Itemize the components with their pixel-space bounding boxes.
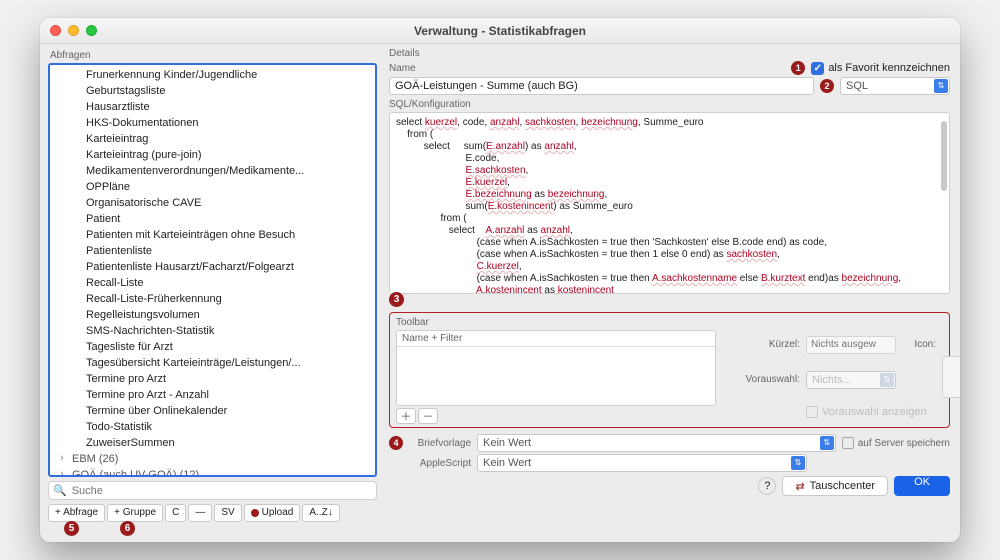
annotation-3: 3 <box>389 292 404 307</box>
annotation-5: 5 <box>64 521 79 536</box>
remove-button[interactable]: — <box>188 504 212 522</box>
vorauswahl-select: Nichts...⇅ <box>806 371 896 389</box>
window: Verwaltung - Statistikabfragen Abfragen … <box>40 18 960 542</box>
tree-item[interactable]: Patienten mit Karteieinträgen ohne Besuc… <box>50 227 375 243</box>
tree-item[interactable]: Regelleistungsvolumen <box>50 307 375 323</box>
window-zoom-button[interactable] <box>86 25 97 36</box>
toolbar-filter-list[interactable]: Name + Filter <box>396 330 716 406</box>
annotation-4: 4 <box>389 436 403 450</box>
annotation-6: 6 <box>120 521 135 536</box>
sort-button[interactable]: A..Z↓ <box>302 504 339 522</box>
kuerzel-field <box>806 336 896 354</box>
query-type-select[interactable]: SQL⇅ <box>840 77 950 95</box>
tree-item[interactable]: Termine pro Arzt <box>50 371 375 387</box>
annotation-1: 1 <box>791 61 805 75</box>
tree-item[interactable]: Recall-Liste-Früherkennung <box>50 291 375 307</box>
upload-button[interactable]: Upload <box>244 504 301 522</box>
chevron-updown-icon: ⇅ <box>791 456 805 470</box>
kuerzel-label: Kürzel: <box>732 339 800 350</box>
favorite-label: als Favorit kennzeichnen <box>828 62 950 74</box>
tree-item[interactable]: Patientenliste <box>50 243 375 259</box>
window-close-button[interactable] <box>50 25 61 36</box>
ok-button[interactable]: OK <box>894 476 950 496</box>
briefvorlage-label: Briefvorlage <box>409 438 471 449</box>
tree-item[interactable]: Organisatorische CAVE <box>50 195 375 211</box>
left-pane: Abfragen Frunerkennung Kinder/Jugendlich… <box>40 44 385 542</box>
applescript-select[interactable]: Kein Wert⇅ <box>477 454 807 472</box>
upload-dot-icon <box>251 509 259 517</box>
favorite-checkbox[interactable]: ✓ <box>811 62 824 75</box>
sql-label: SQL/Konfiguration <box>389 99 950 110</box>
copy-button[interactable]: C <box>165 504 186 522</box>
tree-item[interactable]: SMS-Nachrichten-Statistik <box>50 323 375 339</box>
add-group-button[interactable]: + Gruppe <box>107 504 163 522</box>
tree-group[interactable]: GOÄ (auch UV-GOÄ) (12) <box>50 467 375 475</box>
vorauswahl-label: Vorauswahl: <box>732 374 800 385</box>
tauschcenter-button[interactable]: ⇄ Tauschcenter <box>782 476 888 496</box>
chevron-updown-icon: ⇅ <box>934 79 948 93</box>
tree-item[interactable]: Hausarztliste <box>50 99 375 115</box>
query-tree[interactable]: Frunerkennung Kinder/JugendlicheGeburtst… <box>48 63 377 477</box>
tree-item[interactable]: Karteieintrag (pure-join) <box>50 147 375 163</box>
tree-item[interactable]: OPPläne <box>50 179 375 195</box>
annotation-2: 2 <box>820 79 834 93</box>
name-field[interactable]: GOÄ-Leistungen - Summe (auch BG) <box>389 77 814 95</box>
vorauswahl-show-checkbox <box>806 406 818 418</box>
favorite-toggle[interactable]: ✓ als Favorit kennzeichnen <box>811 62 950 75</box>
tree-item[interactable]: Patientenliste Hausarzt/Facharzt/Folgear… <box>50 259 375 275</box>
sv-button[interactable]: SV <box>214 504 241 522</box>
chevron-updown-icon: ⇅ <box>880 373 894 387</box>
tree-item[interactable]: Termine über Onlinekalender <box>50 403 375 419</box>
tree-item[interactable]: Karteieintrag <box>50 131 375 147</box>
scrollbar-thumb[interactable] <box>941 121 947 191</box>
exchange-icon: ⇄ <box>795 480 804 493</box>
briefvorlage-select[interactable]: Kein Wert⇅ <box>477 434 836 452</box>
toolbar-list-header: Name + Filter <box>397 331 715 347</box>
tree-item[interactable]: HKS-Dokumentationen <box>50 115 375 131</box>
icon-label: Icon: <box>902 339 936 350</box>
toolbar-group: Toolbar Name + Filter ＋ － Kü <box>389 312 950 428</box>
tree-item[interactable]: Todo-Statistik <box>50 419 375 435</box>
server-save-checkbox[interactable] <box>842 437 854 449</box>
search-icon: 🔍 <box>53 484 67 497</box>
tree-group[interactable]: EBM (26) <box>50 451 375 467</box>
tree-item[interactable]: Tagesliste für Arzt <box>50 339 375 355</box>
window-minimize-button[interactable] <box>68 25 79 36</box>
tree-item[interactable]: ZuweiserSummen <box>50 435 375 451</box>
server-save-label: auf Server speichern <box>858 438 950 449</box>
query-search-input[interactable] <box>70 484 372 498</box>
name-label: Name <box>389 63 425 74</box>
add-query-button[interactable]: + Abfrage <box>48 504 105 522</box>
tree-item[interactable]: Recall-Liste <box>50 275 375 291</box>
window-title: Verwaltung - Statistikabfragen <box>40 24 960 38</box>
tree-item[interactable]: Frunerkennung Kinder/Jugendliche <box>50 67 375 83</box>
toolbar-remove-button[interactable]: － <box>418 408 438 424</box>
tree-item[interactable]: Geburtstagsliste <box>50 83 375 99</box>
vorauswahl-show-label: Vorauswahl anzeigen <box>822 406 927 418</box>
tree-item[interactable]: Patient <box>50 211 375 227</box>
details-heading: Details <box>389 48 950 59</box>
toolbar-label: Toolbar <box>396 317 943 328</box>
tree-item[interactable]: Termine pro Arzt - Anzahl <box>50 387 375 403</box>
applescript-label: AppleScript <box>409 458 471 469</box>
titlebar: Verwaltung - Statistikabfragen <box>40 18 960 44</box>
help-button[interactable]: ? <box>758 477 776 495</box>
toolbar-add-button[interactable]: ＋ <box>396 408 416 424</box>
icon-well[interactable] <box>942 356 960 398</box>
queries-heading: Abfragen <box>48 50 377 63</box>
tree-item[interactable]: Medikamentenverordnungen/Medikamente... <box>50 163 375 179</box>
right-pane: Details Name 1 ✓ als Favorit kennzeichne… <box>385 44 960 542</box>
tree-item[interactable]: Tagesübersicht Karteieinträge/Leistungen… <box>50 355 375 371</box>
query-search-field[interactable]: 🔍 <box>48 481 377 500</box>
chevron-updown-icon: ⇅ <box>820 436 834 450</box>
sql-editor[interactable]: select kuerzel, code, anzahl, sachkosten… <box>389 112 950 294</box>
